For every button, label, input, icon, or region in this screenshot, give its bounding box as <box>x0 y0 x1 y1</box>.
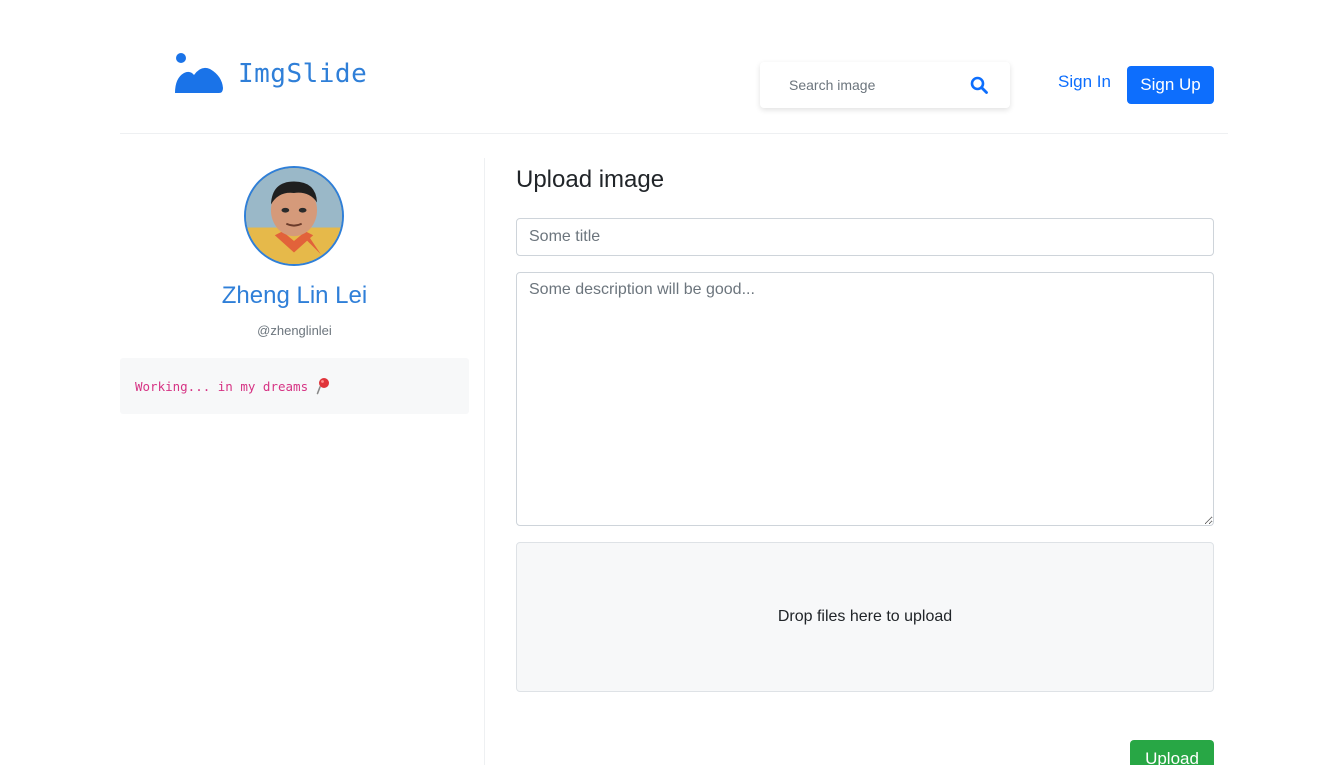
search-bar <box>760 62 1010 108</box>
sign-up-button[interactable]: Sign Up <box>1127 66 1214 104</box>
file-dropzone[interactable]: Drop files here to upload <box>516 542 1214 692</box>
pushpin-icon <box>316 378 330 395</box>
top-navbar: ImgSlide Sign In Sign Up <box>120 0 1228 134</box>
search-input[interactable] <box>760 62 960 108</box>
avatar[interactable] <box>244 166 344 266</box>
avatar-image <box>246 168 342 264</box>
profile-sidebar: Zheng Lin Lei @zhenglinlei Working... in… <box>120 158 485 765</box>
brand-name: ImgSlide <box>238 59 368 89</box>
page-title: Upload image <box>516 166 665 193</box>
bio-box: Working... in my dreams <box>120 358 469 414</box>
search-icon[interactable] <box>970 76 988 94</box>
profile-name[interactable]: Zheng Lin Lei <box>120 282 469 310</box>
title-input[interactable] <box>516 218 1214 256</box>
sign-in-link[interactable]: Sign In <box>1058 72 1111 92</box>
upload-button[interactable]: Upload <box>1130 740 1214 765</box>
bio-text: Working... in my dreams <box>135 378 309 394</box>
profile-handle: @zhenglinlei <box>257 323 332 338</box>
brand-link[interactable]: ImgSlide <box>174 52 367 96</box>
dropzone-label: Drop files here to upload <box>777 608 953 625</box>
description-textarea[interactable] <box>516 272 1214 526</box>
mountain-logo-icon <box>175 53 223 93</box>
